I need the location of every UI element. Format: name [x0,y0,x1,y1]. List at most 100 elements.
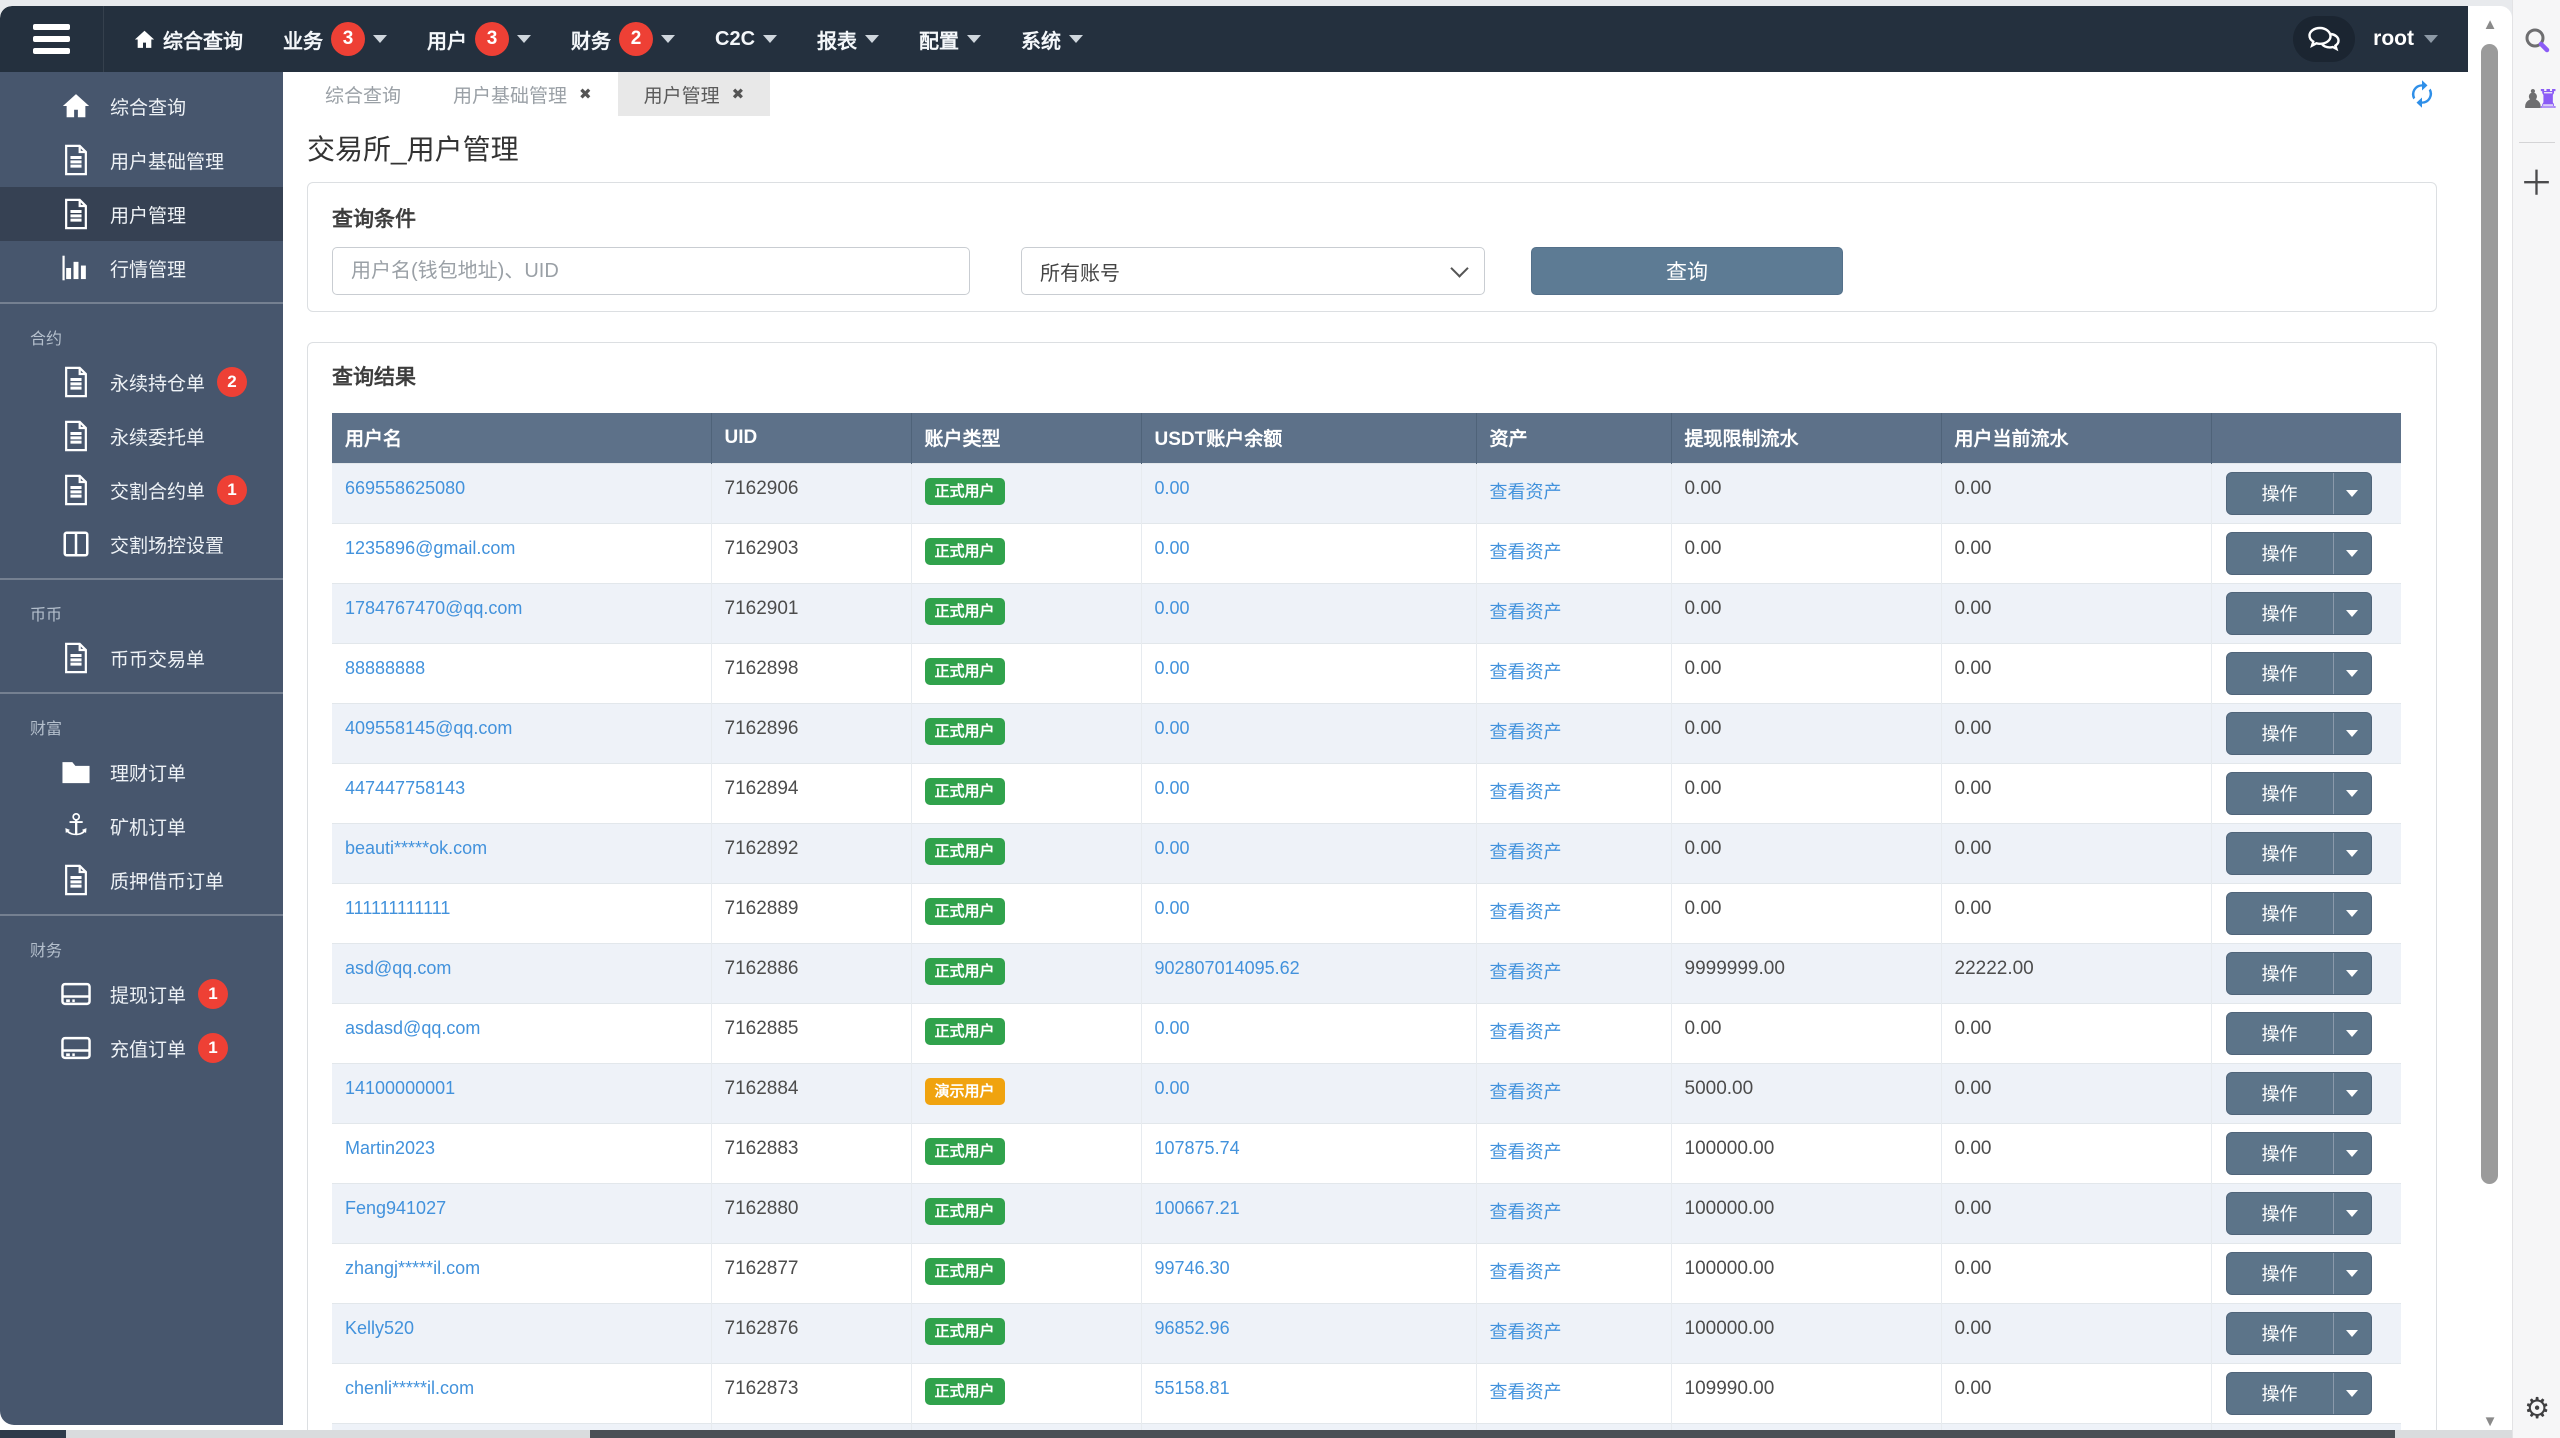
username-link[interactable]: asd@qq.com [345,958,451,978]
action-dropdown-toggle[interactable] [2332,952,2371,994]
usdt-balance-link[interactable]: 0.00 [1155,658,1190,678]
action-dropdown-toggle[interactable] [2332,1312,2371,1354]
sidebar-item-永续持仓单[interactable]: 永续持仓单 2 [0,355,283,409]
action-button[interactable]: 操作 [2227,833,2333,874]
sidebar-item-提现订单[interactable]: 提现订单 1 [0,967,283,1021]
tab-用户管理[interactable]: 用户管理 ✖ [617,72,771,116]
nav-item-home[interactable]: 综合查询 [134,25,243,54]
action-dropdown-toggle[interactable] [2332,472,2371,514]
action-dropdown-toggle[interactable] [2332,1072,2371,1114]
username-link[interactable]: 669558625080 [345,478,465,498]
view-assets-link[interactable]: 查看资产 [1490,542,1562,562]
sidebar-item-行情管理[interactable]: 行情管理 [0,241,283,295]
tab-用户基础管理[interactable]: 用户基础管理 ✖ [427,72,618,116]
sidebar-item-交割场控设置[interactable]: 交割场控设置 [0,517,283,571]
username-link[interactable]: Feng941027 [345,1198,446,1218]
sidebar-item-充值订单[interactable]: 充值订单 1 [0,1021,283,1075]
nav-menu-C2C[interactable]: C2C [715,28,778,51]
usdt-balance-link[interactable]: 0.00 [1155,538,1190,558]
action-dropdown-toggle[interactable] [2332,892,2371,934]
action-button[interactable]: 操作 [2227,1133,2333,1174]
nav-menu-配置[interactable]: 配置 [919,25,982,54]
username-link[interactable]: chenli*****il.com [345,1378,474,1398]
sidebar-item-用户基础管理[interactable]: 用户基础管理 [0,133,283,187]
action-button[interactable]: 操作 [2227,773,2333,814]
action-dropdown-toggle[interactable] [2332,592,2371,634]
tab-综合查询[interactable]: 综合查询 [299,72,427,116]
action-button[interactable]: 操作 [2227,1253,2333,1294]
username-link[interactable]: 447447758143 [345,778,465,798]
sidebar-item-用户管理[interactable]: 用户管理 [0,187,283,241]
view-assets-link[interactable]: 查看资产 [1490,482,1562,502]
sidebar-item-综合查询[interactable]: 综合查询 [0,79,283,133]
scroll-down-arrow-icon[interactable]: ▼ [2468,1413,2512,1430]
usdt-balance-link[interactable]: 100667.21 [1155,1198,1240,1218]
search-button[interactable]: 查询 [1531,247,1843,295]
nav-menu-系统[interactable]: 系统 [1021,25,1084,54]
action-button[interactable]: 操作 [2227,1193,2333,1234]
sidebar-item-交割合约单[interactable]: 交割合约单 1 [0,463,283,517]
usdt-balance-link[interactable]: 99746.30 [1155,1258,1230,1278]
action-button[interactable]: 操作 [2227,1373,2333,1414]
view-assets-link[interactable]: 查看资产 [1490,1202,1562,1222]
close-icon[interactable]: ✖ [579,87,592,102]
view-assets-link[interactable]: 查看资产 [1490,1022,1562,1042]
action-button[interactable]: 操作 [2227,593,2333,634]
view-assets-link[interactable]: 查看资产 [1490,1382,1562,1402]
usdt-balance-link[interactable]: 0.00 [1155,718,1190,738]
usdt-balance-link[interactable]: 902807014095.62 [1155,958,1300,978]
username-link[interactable]: Martin2023 [345,1138,435,1158]
nav-menu-报表[interactable]: 报表 [817,25,880,54]
action-dropdown-toggle[interactable] [2332,832,2371,874]
username-link[interactable]: Kelly520 [345,1318,414,1338]
nav-menu-用户[interactable]: 用户 3 [427,22,531,56]
sidebar-item-质押借币订单[interactable]: 质押借币订单 [0,853,283,907]
gear-icon[interactable]: ⚙ [2513,1391,2560,1426]
username-link[interactable]: 88888888 [345,658,425,678]
action-button[interactable]: 操作 [2227,533,2333,574]
action-dropdown-toggle[interactable] [2332,772,2371,814]
action-dropdown-toggle[interactable] [2332,1012,2371,1054]
usdt-balance-link[interactable]: 0.00 [1155,478,1190,498]
refresh-icon[interactable] [2407,79,2437,109]
view-assets-link[interactable]: 查看资产 [1490,722,1562,742]
usdt-balance-link[interactable]: 0.00 [1155,898,1190,918]
username-link[interactable]: beauti*****ok.com [345,838,487,858]
search-icon[interactable] [2520,24,2554,58]
username-link[interactable]: 14100000001 [345,1078,455,1098]
sidebar-toggle-button[interactable] [0,6,104,72]
usdt-balance-link[interactable]: 55158.81 [1155,1378,1230,1398]
view-assets-link[interactable]: 查看资产 [1490,782,1562,802]
usdt-balance-link[interactable]: 0.00 [1155,598,1190,618]
usdt-balance-link[interactable]: 0.00 [1155,838,1190,858]
action-dropdown-toggle[interactable] [2332,1132,2371,1174]
action-dropdown-toggle[interactable] [2332,712,2371,754]
view-assets-link[interactable]: 查看资产 [1490,1082,1562,1102]
username-link[interactable]: 111111111111 [345,898,450,918]
action-dropdown-toggle[interactable] [2332,532,2371,574]
username-link[interactable]: zhangj*****il.com [345,1258,480,1278]
view-assets-link[interactable]: 查看资产 [1490,1322,1562,1342]
close-icon[interactable]: ✖ [732,87,745,102]
usdt-balance-link[interactable]: 96852.96 [1155,1318,1230,1338]
view-assets-link[interactable]: 查看资产 [1490,662,1562,682]
action-dropdown-toggle[interactable] [2332,1252,2371,1294]
username-link[interactable]: 1235896@gmail.com [345,538,515,558]
nav-menu-业务[interactable]: 业务 3 [283,22,387,56]
action-button[interactable]: 操作 [2227,713,2333,754]
sidebar-item-币币交易单[interactable]: 币币交易单 [0,631,283,685]
chess-extension-icon[interactable]: ♟ ♜ [2520,82,2560,116]
sidebar-item-永续委托单[interactable]: 永续委托单 [0,409,283,463]
action-button[interactable]: 操作 [2227,953,2333,994]
nav-menu-财务[interactable]: 财务 2 [571,22,675,56]
account-type-select[interactable]: 所有账号 [1021,247,1485,295]
action-dropdown-toggle[interactable] [2332,1372,2371,1414]
usdt-balance-link[interactable]: 0.00 [1155,1078,1190,1098]
action-button[interactable]: 操作 [2227,1073,2333,1114]
view-assets-link[interactable]: 查看资产 [1490,602,1562,622]
chat-button[interactable] [2293,16,2356,62]
usdt-balance-link[interactable]: 0.00 [1155,1018,1190,1038]
usdt-balance-link[interactable]: 107875.74 [1155,1138,1240,1158]
username-link[interactable]: 1784767470@qq.com [345,598,522,618]
view-assets-link[interactable]: 查看资产 [1490,1142,1562,1162]
